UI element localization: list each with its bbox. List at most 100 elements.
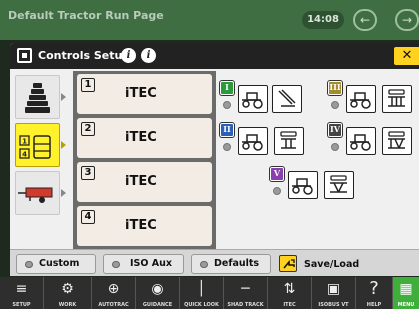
nav-menu-button[interactable]: ▦ MENU — [393, 277, 419, 309]
iso-aux-button[interactable]: ISO Aux — [103, 254, 184, 274]
svg-text:1: 1 — [22, 138, 27, 146]
iso-aux-button-label: ISO Aux — [130, 258, 173, 269]
save-load-label[interactable]: Save/Load — [304, 259, 359, 270]
nav-isobus-vt[interactable]: ▣ ISOBUS VT — [312, 277, 356, 309]
bottom-nav-bar: ≡ SETUP ⚙ WORK ⊕ AUTOTRAC ◉ GUIDANCE │ Q… — [0, 277, 419, 309]
scv-3-icon — [382, 85, 412, 113]
radio-dot — [25, 261, 33, 268]
control-slot-list: 1 iTEC 2 iTEC 3 iTEC 4 iTEC — [73, 71, 216, 249]
help-icon: ? — [369, 278, 379, 299]
slot-number: 2 — [81, 122, 95, 136]
tractor-icon — [238, 127, 268, 155]
control-group[interactable]: V — [266, 163, 376, 203]
slot-label: iTEC — [125, 130, 157, 145]
nav-shad-track[interactable]: ─ SHAD TRACK — [224, 277, 268, 309]
radio-dot[interactable] — [223, 143, 231, 151]
nav-work[interactable]: ⚙ WORK — [44, 277, 92, 309]
nav-label: SETUP — [12, 302, 31, 308]
custom-button[interactable]: Custom — [16, 254, 96, 274]
work-icon: ⚙ — [61, 281, 74, 297]
tractor-icon — [288, 171, 318, 199]
control-group[interactable]: I — [216, 77, 324, 117]
dialog-title: Controls Setup — [38, 49, 131, 62]
nav-label: WORK — [58, 302, 77, 308]
forward-arrow-icon[interactable]: → — [395, 9, 419, 31]
control-badge: V — [270, 167, 284, 181]
slot-label: iTEC — [125, 218, 157, 233]
radio-dot[interactable] — [331, 101, 339, 109]
defaults-button-label: Defaults — [214, 258, 260, 269]
scv-5-icon — [324, 171, 354, 199]
nav-guidance[interactable]: ◉ GUIDANCE — [136, 277, 180, 309]
radio-dot — [112, 261, 120, 268]
run-page-title: Default Tractor Run Page — [8, 9, 164, 22]
info-icon[interactable]: i — [141, 48, 156, 63]
controls-setup-icon — [17, 48, 32, 63]
info-icon[interactable]: i — [121, 48, 136, 63]
nav-label: HELP — [366, 302, 382, 308]
dialog-header: Controls Setup i i ✕ — [10, 43, 419, 69]
quick-look-icon: │ — [197, 281, 206, 297]
slot-number: 4 — [81, 210, 95, 224]
back-arrow-icon[interactable]: ← — [353, 9, 377, 31]
shad-track-icon: ─ — [241, 281, 250, 297]
screen: Default Tractor Run Page 14:08 ← → Contr… — [0, 0, 419, 309]
control-badge: I — [220, 81, 234, 95]
chevron-right-icon — [61, 93, 66, 101]
control-assignment-grid: I III II IV V — [216, 71, 419, 249]
mode-tab-joystick[interactable] — [15, 75, 60, 119]
autotrac-icon: ⊕ — [107, 281, 120, 297]
control-slot[interactable]: 4 iTEC — [77, 206, 212, 246]
remote-valve-icon — [272, 85, 302, 113]
itec-icon: ⇅ — [283, 281, 296, 297]
nav-label: QUICK LOOK — [184, 302, 219, 308]
nav-itec[interactable]: ⇅ ITEC — [268, 277, 312, 309]
slot-number: 3 — [81, 166, 95, 180]
radio-dot[interactable] — [273, 187, 281, 195]
control-slot[interactable]: 1 iTEC — [77, 74, 212, 114]
nav-setup[interactable]: ≡ SETUP — [0, 277, 44, 309]
radio-dot[interactable] — [223, 101, 231, 109]
control-badge: IV — [328, 123, 342, 137]
tractor-icon — [238, 85, 268, 113]
control-group[interactable]: IV — [324, 119, 419, 159]
guidance-icon: ◉ — [151, 281, 164, 297]
controls-setup-dialog: Controls Setup i i ✕ 1 4 1 iTEC 2 iTEC 3… — [10, 43, 419, 276]
nav-label: GUIDANCE — [142, 302, 173, 308]
nav-help[interactable]: ? HELP — [356, 277, 393, 309]
slot-number: 1 — [81, 78, 95, 92]
scv-4-icon — [382, 127, 412, 155]
numbered-controls-icon: 1 4 — [19, 135, 51, 159]
control-badge: II — [220, 123, 234, 137]
nav-quick-look[interactable]: │ QUICK LOOK — [180, 277, 224, 309]
top-bar: Default Tractor Run Page 14:08 ← → — [0, 0, 419, 40]
close-button[interactable]: ✕ — [394, 47, 419, 65]
save-load-icon[interactable] — [279, 255, 297, 272]
control-group[interactable]: III — [324, 77, 419, 117]
slot-label: iTEC — [125, 174, 157, 189]
tractor-icon — [346, 127, 376, 155]
svg-text:4: 4 — [22, 151, 27, 159]
slot-label: iTEC — [125, 86, 157, 101]
tractor-icon — [346, 85, 376, 113]
radio-dot — [200, 261, 208, 268]
control-slot[interactable]: 3 iTEC — [77, 162, 212, 202]
mode-tab-implement[interactable] — [15, 171, 60, 215]
control-group[interactable]: II — [216, 119, 324, 159]
radio-dot[interactable] — [331, 143, 339, 151]
dialog-button-bar: Custom ISO Aux Defaults Save/Load — [10, 249, 419, 276]
implement-icon — [18, 187, 53, 203]
control-slot[interactable]: 2 iTEC — [77, 118, 212, 158]
chevron-right-icon — [61, 189, 66, 197]
mode-tab-numbered-controls[interactable]: 1 4 — [15, 123, 60, 167]
chevron-right-icon — [61, 141, 66, 149]
nav-autotrac[interactable]: ⊕ AUTOTRAC — [92, 277, 136, 309]
joystick-icon — [25, 83, 50, 113]
custom-button-label: Custom — [39, 258, 80, 269]
nav-label: ITEC — [283, 302, 296, 308]
nav-label: MENU — [397, 302, 415, 308]
control-badge: III — [328, 81, 342, 95]
nav-label: SHAD TRACK — [227, 302, 264, 308]
nav-label: AUTOTRAC — [98, 302, 129, 308]
defaults-button[interactable]: Defaults — [191, 254, 271, 274]
